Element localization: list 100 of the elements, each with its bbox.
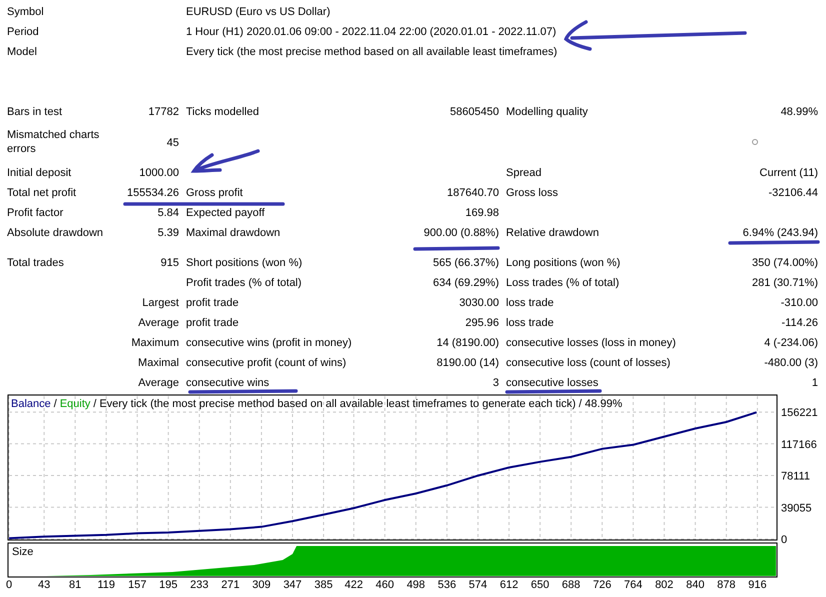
stat-value: -32106.44 — [768, 186, 818, 200]
stat-label: Bars in test — [7, 105, 62, 119]
stat-value: 350 (74.00%) — [752, 256, 818, 270]
stat-value: 5.84 — [158, 206, 179, 220]
field-label: Symbol — [7, 5, 44, 19]
stat-value: 17782 — [148, 105, 179, 119]
stat-label: Maximum — [131, 336, 179, 350]
legend-separator: / — [54, 398, 57, 410]
stat-value: 5.39 — [158, 226, 179, 240]
stat-label: Relative drawdown — [506, 226, 599, 240]
panel-label: Size — [12, 546, 34, 558]
axis-tick-label: 764 — [624, 579, 642, 591]
axis-tick-label: 802 — [655, 579, 674, 591]
field-value: Every tick (the most precise method based on all available least timeframes) — [186, 45, 558, 59]
stat-label: consecutive wins (profit in money) — [186, 336, 352, 350]
stat-label: Total net profit — [7, 186, 76, 200]
stat-value: 3030.00 — [459, 296, 499, 310]
stat-value: 900.00 (0.88%) — [424, 226, 499, 240]
legend-label: Balance — [11, 398, 51, 410]
axis-tick-label: 81 — [69, 579, 82, 591]
chart-title: Every tick (the most precise method based on all available least timeframes to generate each tick) / 48.99% — [99, 398, 622, 410]
stat-label: Maximal — [138, 356, 179, 370]
axis-tick-label: 119 — [97, 579, 115, 591]
legend-label: Equity — [60, 398, 90, 410]
axis-tick-label: 43 — [38, 579, 50, 591]
stat-label: Mismatched charts errors — [7, 128, 100, 156]
stat-label: Modelling quality — [506, 105, 588, 119]
stat-value: 1 — [812, 376, 818, 390]
axis-tick-label: 233 — [190, 579, 209, 591]
stat-value: 4 (-234.06) — [764, 336, 818, 350]
stat-value: 634 (69.29%) — [432, 276, 499, 290]
axis-tick-label: 385 — [314, 579, 333, 591]
axis-tick-label: 536 — [438, 579, 456, 591]
axis-tick-label: 39055 — [781, 502, 812, 514]
stat-label: consecutive loss (count of losses) — [506, 356, 670, 370]
axis-tick-label: 271 — [221, 579, 240, 591]
axis-tick-label: 78111 — [781, 470, 810, 483]
axis-tick-label: 878 — [717, 579, 736, 591]
stat-value: 3 — [492, 376, 499, 390]
field-label: Period — [7, 25, 39, 39]
field-value: EURUSD (Euro vs US Dollar) — [186, 5, 330, 19]
axis-tick-label: 612 — [500, 579, 518, 591]
axis-tick-label: 916 — [748, 579, 767, 591]
axis-tick-label: 498 — [406, 579, 426, 591]
stat-label: Long positions (won %) — [506, 256, 620, 270]
axis-tick-label: 117166 — [781, 438, 817, 451]
stat-label: Gross loss — [506, 186, 558, 200]
stat-label: consecutive profit (count of wins) — [186, 356, 346, 370]
stat-label: Absolute drawdown — [7, 226, 104, 240]
stat-label: consecutive wins — [186, 376, 270, 390]
field-label: Model — [7, 45, 37, 59]
stat-value: -310.00 — [780, 296, 818, 310]
stat-value: 169.98 — [465, 206, 499, 220]
stat-value: 6.94% (243.94) — [742, 226, 818, 240]
axis-tick-label: 650 — [530, 579, 550, 591]
stat-value: Current (11) — [760, 166, 818, 180]
stat-value: 48.99% — [780, 105, 818, 119]
field-value: 1 Hour (H1) 2020.01.06 09:00 - 2022.11.04 22:00 (2020.01.01 - 2022.11.07) — [186, 25, 556, 39]
stat-label: Loss trades (% of total) — [506, 276, 620, 290]
small-circle-icon — [752, 139, 758, 145]
axis-tick-label: 422 — [344, 579, 363, 591]
axis-tick-label: 840 — [686, 579, 704, 591]
stat-label: profit trade — [186, 296, 239, 310]
stat-value: -480.00 (3) — [764, 356, 818, 370]
axis-tick-label: 347 — [283, 579, 302, 591]
stat-label: Short positions (won %) — [186, 256, 302, 270]
stat-label: Gross profit — [186, 186, 243, 200]
stat-label: Spread — [506, 166, 542, 180]
stat-value: 281 (30.71%) — [752, 276, 818, 290]
axis-tick-label: 156221 — [781, 407, 818, 420]
stat-label: profit trade — [186, 316, 239, 330]
stat-label: Total trades — [7, 256, 64, 270]
stat-value: 295.96 — [465, 316, 499, 330]
axis-tick-label: 460 — [376, 579, 394, 591]
legend-separator: / — [93, 398, 96, 410]
stat-value: -114.26 — [782, 316, 818, 330]
stat-value: 14 (8190.00) — [436, 336, 499, 350]
stat-value: 915 — [160, 256, 179, 270]
stat-label: Maximal drawdown — [186, 226, 280, 240]
axis-tick-label: 574 — [468, 579, 488, 591]
stat-label: loss trade — [506, 296, 554, 310]
stat-value: 8190.00 (14) — [436, 356, 499, 370]
arrow-annotation — [192, 149, 260, 173]
axis-tick-label: 688 — [562, 579, 580, 591]
stat-label: Ticks modelled — [186, 105, 259, 119]
stat-label: consecutive losses — [506, 376, 598, 390]
stat-value: 1000.00 — [139, 166, 179, 180]
stat-value: 58605450 — [450, 105, 499, 119]
stat-label: Initial deposit — [7, 166, 72, 180]
axis-tick-label: 157 — [128, 579, 146, 591]
stat-label: Average — [138, 316, 179, 330]
stat-label: Profit trades (% of total) — [186, 276, 302, 290]
stat-value: 565 (66.37%) — [432, 256, 499, 270]
stat-value: 187640.70 — [447, 186, 499, 200]
stat-value: 45 — [166, 136, 179, 150]
axis-tick-label: 309 — [252, 579, 271, 591]
axis-tick-label: 726 — [592, 579, 612, 591]
stat-value: 155534.26 — [127, 186, 179, 200]
axis-tick-label: 0 — [6, 579, 12, 591]
axis-tick-label: 0 — [781, 534, 788, 546]
